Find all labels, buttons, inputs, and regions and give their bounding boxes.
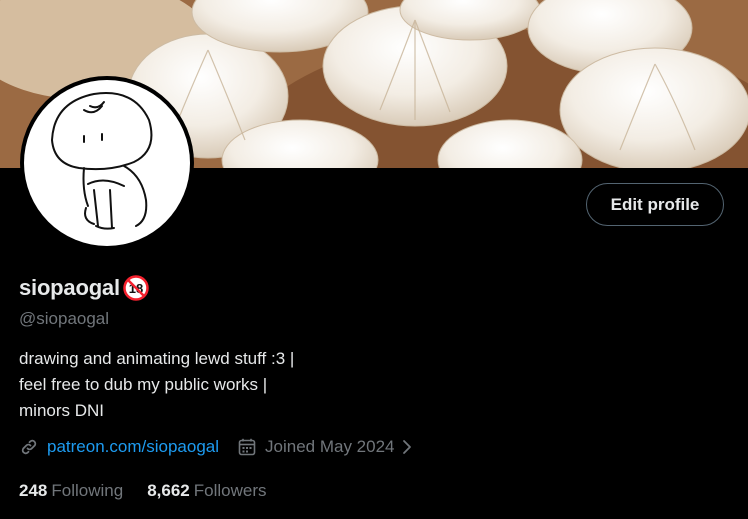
no-under-18-icon: 18 [122,274,150,302]
display-name: siopaogal [19,275,120,300]
profile-meta: patreon.com/siopaogal Joined May 2024 [19,437,413,457]
calendar-icon [237,437,257,457]
bio-line: drawing and animating lewd stuff :3 | [19,349,295,368]
avatar-image [24,80,190,246]
following-label: Following [51,481,124,500]
profile-link[interactable]: patreon.com/siopaogal [47,437,219,457]
avatar[interactable] [20,76,194,250]
follow-stats: 248 Following 8,662 Followers [19,481,290,501]
bio-line: minors DNI [19,401,105,420]
following-stat[interactable]: 248 Following [19,481,123,501]
followers-stat[interactable]: 8,662 Followers [147,481,266,501]
joined-text: Joined May 2024 [265,437,395,456]
bio-line: feel free to dub my public works | [19,375,268,394]
link-icon [19,437,39,457]
following-count: 248 [19,481,48,500]
followers-label: Followers [193,481,267,500]
joined-date[interactable]: Joined May 2024 [237,437,412,457]
handle: @siopaogal [19,309,110,328]
chevron-right-icon [401,439,413,455]
bio: drawing and animating lewd stuff :3 | fe… [19,346,294,424]
followers-count: 8,662 [147,481,190,500]
profile-name-row: siopaogal 18 [19,274,150,302]
edit-profile-button[interactable]: Edit profile [586,183,724,226]
